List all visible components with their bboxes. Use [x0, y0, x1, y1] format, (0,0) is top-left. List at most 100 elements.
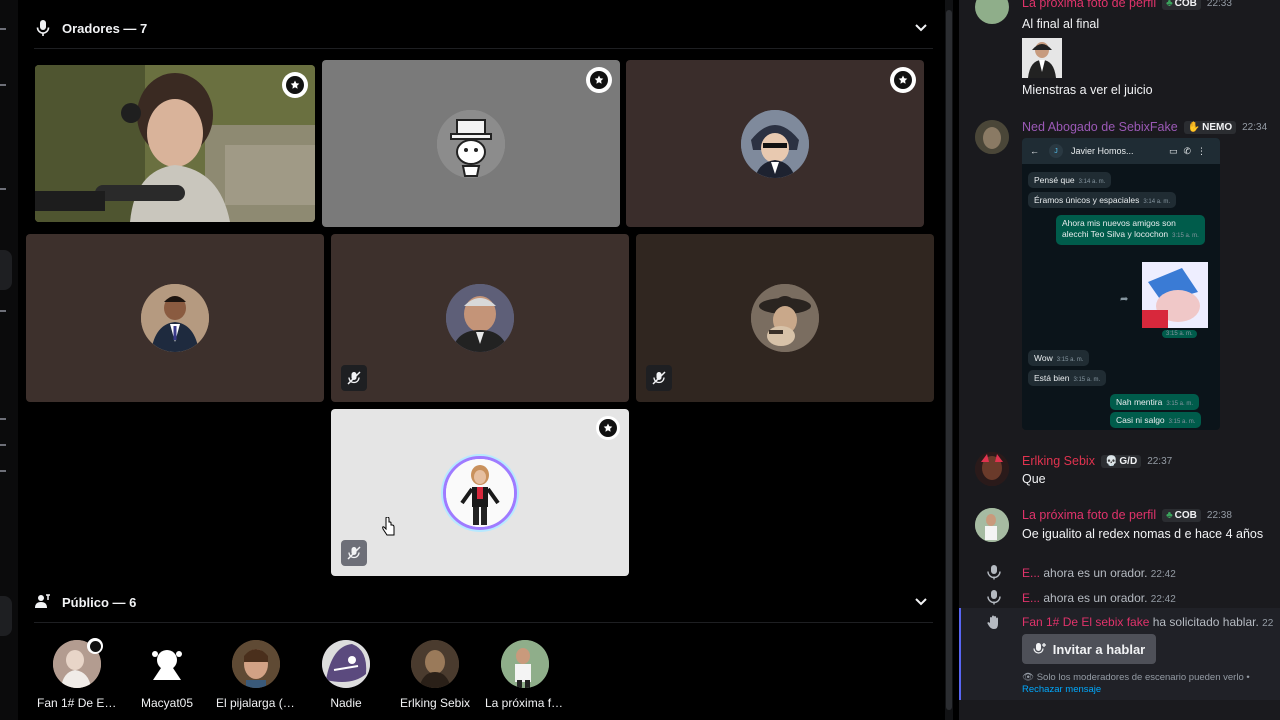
- speaker-avatar: [437, 109, 505, 178]
- timestamp: 22:42: [1150, 569, 1176, 580]
- forward-icon: ➦: [1120, 294, 1129, 305]
- speakers-title: Oradores — 7: [62, 20, 148, 36]
- message-text: Mienstras a ver el juicio: [1022, 83, 1153, 97]
- wa-bubble: Está bien 3:15 a. m.: [1028, 370, 1107, 386]
- audience-name: Fan 1# De El s...: [37, 696, 117, 710]
- role-tag: ✋ NEMO: [1183, 120, 1237, 134]
- message-author[interactable]: La próxima foto de perfil ♣ COB 22:38: [1022, 508, 1232, 522]
- rail-marker: [0, 444, 6, 446]
- mouse-cursor-icon: [382, 516, 396, 542]
- dismiss-message-link[interactable]: Rechazar mensaje: [1022, 684, 1101, 695]
- timestamp: 22:42: [1150, 594, 1176, 605]
- invite-to-speak-button[interactable]: Invitar a hablar: [1022, 634, 1156, 664]
- moderator-badge-icon: [282, 72, 308, 98]
- timestamp: 22:37: [1147, 455, 1173, 467]
- role-tag-label: G/D: [1119, 455, 1138, 467]
- avatar[interactable]: [975, 0, 1009, 24]
- moderator-badge-icon: [890, 67, 916, 93]
- speaker-tile-woman[interactable]: [331, 409, 629, 576]
- chat-panel: La próxima foto de perfil ♣ COB 22:33 Al …: [959, 0, 1280, 720]
- rail-marker: [0, 470, 6, 472]
- moderator-badge-icon: [596, 416, 620, 440]
- muted-mic-icon: [341, 540, 367, 566]
- avatar[interactable]: [975, 120, 1009, 154]
- rail-marker: [0, 28, 6, 30]
- audience-name: Macyat05: [140, 696, 194, 710]
- back-arrow-icon: ←: [1030, 146, 1039, 156]
- system-message: E... ahora es un orador. 22:42: [1022, 591, 1176, 605]
- wa-bubble: Éramos únicos y espaciales 3:14 a. m.: [1028, 192, 1177, 208]
- role-tag: ♣ COB: [1162, 0, 1201, 10]
- sticker-image[interactable]: [1022, 38, 1062, 78]
- audience-member[interactable]: El pijalarga (e...: [216, 640, 296, 710]
- avatar: [501, 640, 549, 688]
- message-text: Oe igualito al redex nomas d e hace 4 añ…: [1022, 527, 1264, 541]
- stage-scrollbar[interactable]: [945, 0, 953, 720]
- divider: [34, 622, 933, 623]
- raised-hand-icon: [985, 613, 1003, 631]
- speakers-header[interactable]: Oradores — 7: [34, 15, 929, 41]
- avatar: [322, 640, 370, 688]
- system-user[interactable]: E...: [1022, 566, 1040, 580]
- audience-name: Erlking Sebix: [399, 696, 471, 710]
- speaker-tile-anime[interactable]: [626, 60, 924, 227]
- message-author[interactable]: Ned Abogado de SebixFake ✋ NEMO 22:34: [1022, 120, 1267, 134]
- message-author[interactable]: La próxima foto de perfil ♣ COB 22:33: [1022, 0, 1232, 10]
- rail-selected-pill[interactable]: [0, 250, 12, 290]
- chevron-down-icon[interactable]: [913, 594, 929, 610]
- author-name[interactable]: La próxima foto de perfil: [1022, 508, 1156, 522]
- speaker-tile-old-man[interactable]: [331, 234, 629, 402]
- speaker-tile-hat[interactable]: [322, 60, 620, 227]
- audience-member[interactable]: La próxima fo...: [485, 640, 565, 710]
- invite-label: Invitar a hablar: [1052, 641, 1146, 657]
- divider: [34, 48, 933, 49]
- microphone-plus-icon: [1033, 643, 1046, 654]
- muted-mic-icon: [646, 365, 672, 391]
- timestamp: 22:33: [1206, 0, 1232, 9]
- avatar[interactable]: [975, 508, 1009, 542]
- system-user[interactable]: E...: [1022, 591, 1040, 605]
- scrollbar-thumb[interactable]: [946, 10, 952, 710]
- rail-marker: [0, 84, 6, 86]
- microphone-icon: [34, 19, 52, 37]
- speaker-tile-camera[interactable]: [35, 65, 315, 222]
- message-author[interactable]: Erlking Sebix 💀 G/D 22:37: [1022, 454, 1172, 468]
- audience-name: La próxima fo...: [485, 696, 565, 710]
- author-name[interactable]: Erlking Sebix: [1022, 454, 1095, 468]
- wa-bubble: Nah mentira 3:15 a. m.: [1110, 394, 1199, 410]
- muted-mic-icon: [341, 365, 367, 391]
- wa-sticker: [1142, 262, 1208, 328]
- wa-contact: Javier Homos...: [1071, 146, 1134, 156]
- audience-header[interactable]: Público — 6: [34, 589, 929, 615]
- stage-panel: Oradores — 7 Público — 6 Fan 1# De El s …: [18, 0, 945, 720]
- audience-member[interactable]: Macyat05: [127, 640, 207, 710]
- speaker-tile-hat-man[interactable]: [636, 234, 934, 402]
- moderator-notice: 👁 Solo los moderadores de escenario pued…: [1022, 672, 1250, 695]
- audience-name: Nadie: [330, 696, 362, 710]
- moderator-badge-icon: [87, 638, 103, 654]
- audience-member[interactable]: Fan 1# De El s...: [37, 638, 117, 710]
- speaker-tile-suit[interactable]: [26, 234, 324, 402]
- role-tag-label: COB: [1174, 509, 1197, 521]
- wa-avatar: J: [1049, 144, 1063, 158]
- author-name[interactable]: La próxima foto de perfil: [1022, 0, 1156, 10]
- timestamp: 22: [1262, 618, 1274, 629]
- role-tag-label: COB: [1174, 0, 1197, 9]
- audience-member[interactable]: Nadie: [306, 640, 386, 710]
- whatsapp-screenshot[interactable]: ← J Javier Homos... ▭✆⋮ Pensé que 3:14 a.…: [1022, 138, 1220, 430]
- speaker-avatar: [751, 284, 819, 352]
- request-user[interactable]: Fan 1# De El sebix fake: [1022, 615, 1149, 629]
- role-tag: ♣ COB: [1162, 508, 1201, 522]
- audience-member[interactable]: Erlking Sebix: [395, 640, 475, 710]
- chevron-down-icon[interactable]: [913, 20, 929, 36]
- rail-pill[interactable]: [0, 596, 12, 636]
- speak-request-message: Fan 1# De El sebix fake ha solicitado ha…: [1022, 615, 1274, 629]
- system-message: E... ahora es un orador. 22:42: [1022, 566, 1176, 580]
- avatar[interactable]: [975, 452, 1009, 486]
- wa-header: ← J Javier Homos... ▭✆⋮: [1022, 138, 1220, 164]
- role-tag-label: NEMO: [1202, 121, 1233, 133]
- avatar: [411, 640, 459, 688]
- wa-call-icons: ▭✆⋮: [1168, 145, 1212, 156]
- wa-bubble: 3:15 a. m.: [1162, 330, 1197, 338]
- author-name[interactable]: Ned Abogado de SebixFake: [1022, 120, 1178, 134]
